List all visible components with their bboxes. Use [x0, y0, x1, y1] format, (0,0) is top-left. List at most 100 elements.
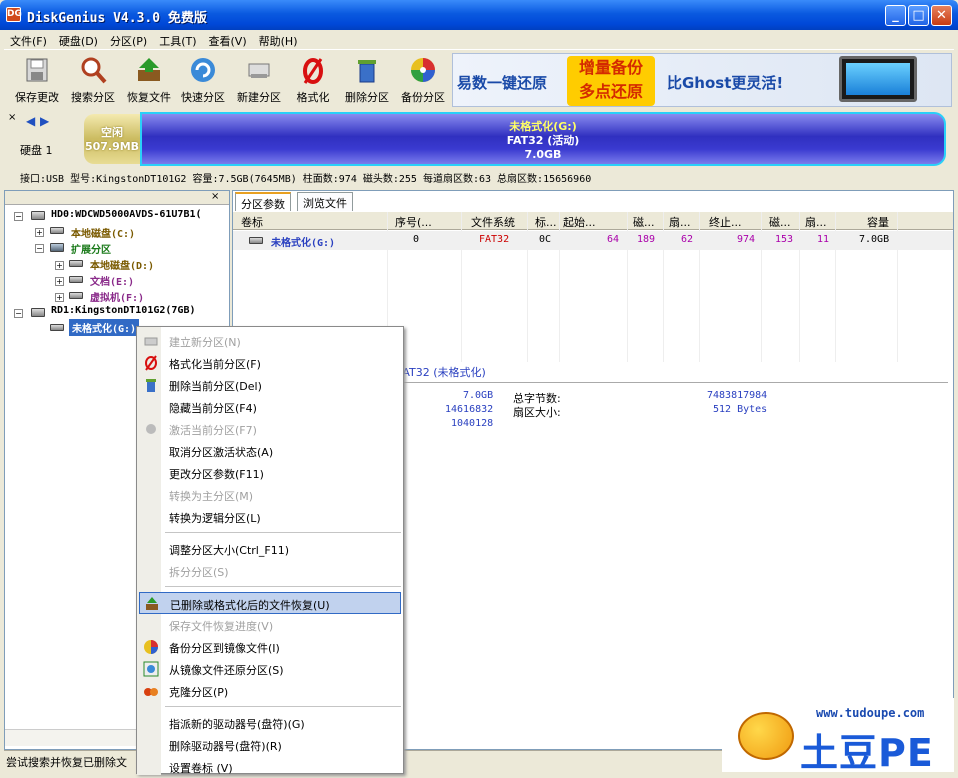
expand-icon[interactable]: + [55, 277, 64, 286]
menu-view[interactable]: 查看(V) [203, 30, 253, 50]
title-bar[interactable]: DG DiskGenius V4.3.0 免费版 _ □ ✕ [0, 0, 958, 30]
restore-image-icon [143, 661, 159, 677]
menu-item-assign-letter[interactable]: 指派新的驱动器号(盘符)(G) [139, 712, 401, 734]
details-start-sector: 1040128 [451, 418, 494, 429]
format-button[interactable]: 格式化 [286, 54, 340, 106]
volume-icon [50, 227, 64, 234]
menu-item-file-recovery[interactable]: 已删除或格式化后的文件恢复(U) [139, 592, 401, 614]
disk-info-bar: 接口:USB 型号:KingstonDT101G2 容量:7.5GB(7645M… [4, 168, 954, 188]
tree-node-rd1[interactable]: RD1:KingstonDT101G2(7GB) [51, 305, 196, 316]
menu-partition[interactable]: 分区(P) [104, 30, 153, 50]
expand-icon[interactable]: + [35, 228, 44, 237]
backup-disc-icon [144, 640, 158, 654]
backup-disc-icon [411, 58, 435, 82]
col-start-sector[interactable]: 扇... [669, 214, 691, 230]
new-partition-icon [248, 63, 270, 78]
tree-node-e[interactable]: 文档(E:) [90, 273, 134, 288]
menu-item-hide[interactable]: 隐藏当前分区(F4) [139, 396, 401, 418]
tab-partition-params[interactable]: 分区参数 [235, 192, 291, 211]
new-partition-button[interactable]: 新建分区 [232, 54, 286, 106]
delete-partition-button[interactable]: 删除分区 [340, 54, 394, 106]
menu-item-split[interactable]: 拆分分区(S) [139, 560, 401, 582]
tree-node-g-selected[interactable]: 未格式化(G:) [69, 319, 140, 336]
table-row[interactable]: 未格式化(G:) 0 FAT32 0C 64 189 62 974 153 11… [233, 231, 953, 250]
minimize-button[interactable]: _ [885, 5, 906, 26]
menu-item-deactivate[interactable]: 取消分区激活状态(A) [139, 440, 401, 462]
col-end-cylinder[interactable]: 终止... [709, 214, 742, 230]
col-volume-label[interactable]: 卷标 [241, 214, 263, 230]
collapse-icon[interactable]: − [14, 309, 23, 318]
details-total-bytes: 7483817984 [707, 390, 768, 401]
tree-node-extended[interactable]: 扩展分区 [71, 241, 111, 256]
pane-close-icon[interactable]: × [211, 191, 219, 202]
col-end-sector[interactable]: 扇... [805, 214, 827, 230]
menu-disk[interactable]: 硬盘(D) [53, 30, 104, 50]
magnifier-icon [81, 57, 107, 84]
tree-node-hd0[interactable]: HD0:WDCWD5000AVDS-61U7B1( [51, 209, 202, 220]
menu-item-restore-image[interactable]: 从镜像文件还原分区(S) [139, 658, 401, 680]
menu-item-save-progress[interactable]: 保存文件恢复进度(V) [139, 614, 401, 636]
col-id[interactable]: 标... [535, 214, 557, 230]
volume-icon [69, 276, 83, 283]
tree-node-d[interactable]: 本地磁盘(D:) [90, 257, 154, 272]
menu-item-change-params[interactable]: 更改分区参数(F11) [139, 462, 401, 484]
col-end-head[interactable]: 磁... [769, 214, 791, 230]
partition-segment[interactable]: 未格式化(G:) FAT32 (活动) 7.0GB [140, 112, 946, 166]
menu-item-clone[interactable]: 克隆分区(P) [139, 680, 401, 702]
col-capacity[interactable]: 容量 [867, 214, 889, 230]
menu-item-activate[interactable]: 激活当前分区(F7) [139, 418, 401, 440]
menu-file[interactable]: 文件(F) [4, 30, 53, 50]
menu-item-new-partition[interactable]: 建立新分区(N) [139, 330, 401, 352]
format-icon [145, 355, 157, 371]
ad-banner[interactable]: 易数一键还原 增量备份 多点还原 比Ghost更灵活! [452, 53, 952, 107]
menu-help[interactable]: 帮助(H) [253, 30, 304, 50]
save-changes-button[interactable]: 保存更改 [10, 54, 64, 106]
details-fs-title: FAT32 (未格式化) [397, 366, 486, 379]
volume-icon [50, 324, 64, 331]
recover-files-button[interactable]: 恢复文件 [122, 54, 176, 106]
collapse-icon[interactable]: − [14, 212, 23, 221]
col-filesystem[interactable]: 文件系统 [471, 214, 515, 230]
quick-partition-icon [191, 58, 215, 82]
potato-mascot-icon [738, 712, 794, 760]
backup-partition-button[interactable]: 备份分区 [396, 54, 450, 106]
panel-close-icon[interactable]: × [8, 112, 16, 123]
col-start-head[interactable]: 磁... [633, 214, 655, 230]
menu-item-set-label[interactable]: 设置卷标 (V) [139, 756, 401, 778]
expand-icon[interactable]: + [55, 261, 64, 270]
watermark-logo: www.tudoupe.com 土豆PE [722, 698, 954, 775]
col-index[interactable]: 序号(... [395, 214, 432, 230]
tree-node-c[interactable]: 本地磁盘(C:) [71, 225, 135, 240]
menu-item-format[interactable]: 格式化当前分区(F) [139, 352, 401, 374]
table-header: 卷标 序号(... 文件系统 标... 起始... 磁... 扇... 终止..… [233, 212, 953, 230]
app-icon: DG [6, 7, 22, 22]
col-start-cylinder[interactable]: 起始... [563, 214, 596, 230]
collapse-icon[interactable]: − [35, 244, 44, 253]
format-icon [303, 58, 323, 84]
tab-browse-files[interactable]: 浏览文件 [297, 192, 353, 211]
next-disk-arrow-icon[interactable]: ▶ [40, 114, 49, 128]
menu-item-delete[interactable]: 删除当前分区(Del) [139, 374, 401, 396]
volume-icon [249, 237, 263, 244]
menu-tools[interactable]: 工具(T) [153, 30, 202, 50]
close-button[interactable]: ✕ [931, 5, 952, 26]
free-space-segment[interactable]: 空闲 507.9MB [84, 114, 140, 164]
tree-node-f[interactable]: 虚拟机(F:) [90, 289, 144, 304]
activate-icon [146, 424, 156, 434]
menu-item-to-logical[interactable]: 转换为逻辑分区(L) [139, 506, 401, 528]
menu-item-backup-image[interactable]: 备份分区到镜像文件(I) [139, 636, 401, 658]
prev-disk-arrow-icon[interactable]: ◀ [26, 114, 35, 128]
disk-label: 硬盘 1 [20, 144, 53, 157]
quick-partition-button[interactable]: 快速分区 [176, 54, 230, 106]
details-sector-size: 512 Bytes [713, 404, 768, 415]
banner-text-ghost: 比Ghost更灵活! [667, 74, 784, 92]
menu-item-to-primary[interactable]: 转换为主分区(M) [139, 484, 401, 506]
monitor-icon [839, 56, 917, 102]
details-sector-size-label: 扇区大小: [513, 406, 561, 419]
menu-item-resize[interactable]: 调整分区大小(Ctrl_F11) [139, 538, 401, 560]
search-partition-button[interactable]: 搜索分区 [66, 54, 120, 106]
expand-icon[interactable]: + [55, 293, 64, 302]
disk-map: 空闲 507.9MB 未格式化(G:) FAT32 (活动) 7.0GB [84, 112, 946, 166]
menu-item-remove-letter[interactable]: 删除驱动器号(盘符)(R) [139, 734, 401, 756]
maximize-button[interactable]: □ [908, 5, 929, 26]
